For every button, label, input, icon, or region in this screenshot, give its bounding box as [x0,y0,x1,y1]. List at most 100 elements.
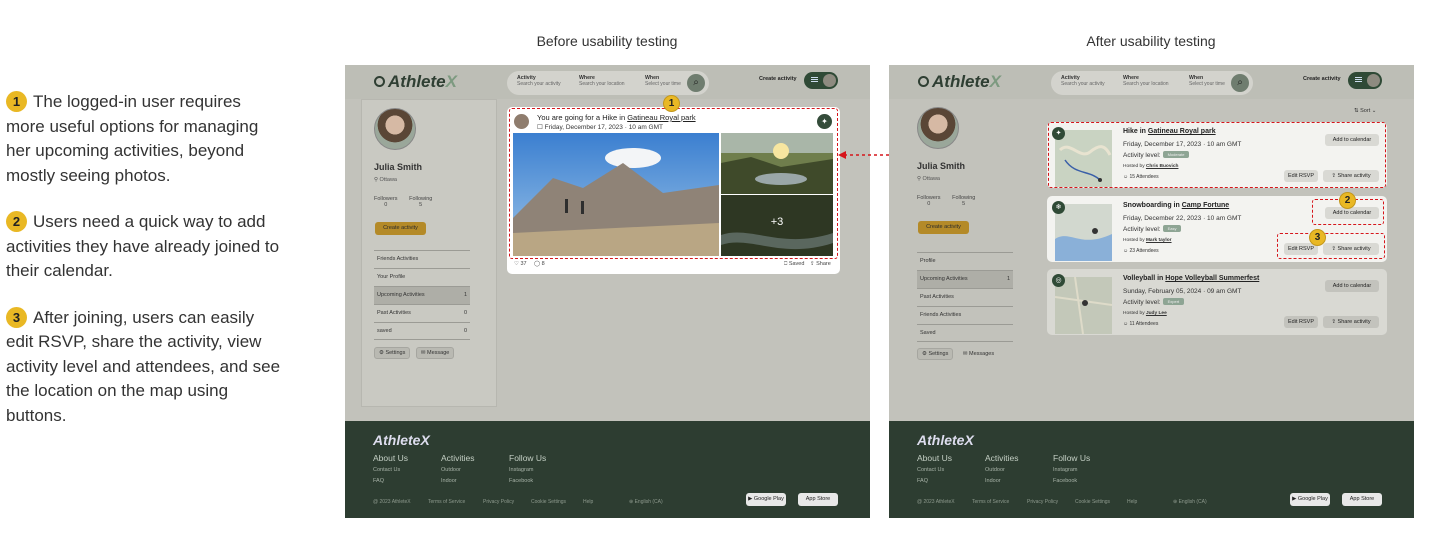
host-link[interactable]: Mark taylor [1146,238,1172,243]
terms-link[interactable]: Terms of Service [972,499,1009,505]
footer-link[interactable]: Facebook [1053,476,1090,487]
logo-text: Athlete [388,72,446,91]
saved-button[interactable]: ⎕ Saved [784,261,804,268]
search-where[interactable]: Where Search your location [579,75,625,87]
create-activity-link[interactable]: Create activity [1303,76,1341,82]
card-attendees[interactable]: ☺ 23 Attendees [1123,248,1159,254]
search-where[interactable]: Where Search your location [1123,75,1169,87]
footer-link[interactable]: Contact Us [373,465,408,476]
logo-circle-icon [374,76,385,87]
profile-sidebar: Julia Smith ⚲ Ottawa Followers 0 Followin… [361,99,497,407]
note-2: 2 Users need a quick way to add activitie… [6,210,281,284]
google-play-badge[interactable]: ▶ Google Play [746,493,786,506]
snowboard-icon: ❄ [1052,201,1065,214]
cookie-link[interactable]: Cookie Settings [531,499,566,505]
user-menu-button[interactable] [804,72,838,89]
search-icon[interactable]: ⌕ [1231,74,1249,92]
google-play-badge[interactable]: ▶ Google Play [1290,493,1330,506]
footer-link[interactable]: Instagram [1053,465,1090,476]
sidebar-item-upcoming-activities[interactable]: Upcoming Activities 1 [917,270,1013,288]
activity-card-snowboarding[interactable]: ❄ Snowboarding in Camp Fortune Friday, D… [1047,196,1387,262]
footer-link[interactable]: FAQ [373,476,408,487]
card-attendees[interactable]: ☺ 11 Attendees [1123,321,1158,327]
help-link[interactable]: Help [583,499,593,505]
highlight-card [1048,122,1386,188]
search-icon[interactable]: ⌕ [687,74,705,92]
footer-link[interactable]: Facebook [509,476,546,487]
user-location: ⚲ Ottawa [374,177,397,183]
sidebar-item-past-activities[interactable]: Past Activities 0 [374,304,470,322]
follow-stats: Followers 0 Following 5 [917,195,985,207]
sidebar-item-saved[interactable]: saved 0 [374,322,470,340]
hiking-icon: ✦ [1052,127,1065,140]
edit-rsvp-button[interactable]: Edit RSVP [1284,316,1318,328]
sidebar-item-friends-activities[interactable]: Friends Activities [917,306,1013,324]
sidebar-item-saved[interactable]: Saved [917,324,1013,342]
activity-card-volleyball[interactable]: ◎ Volleyball in Hope Volleyball Summerfe… [1047,269,1387,335]
messages-button[interactable]: ✉ Messages [959,349,998,359]
footer-link[interactable]: Indoor [441,476,475,487]
card-location-link[interactable]: Camp Fortune [1182,202,1229,209]
sidebar-item-your-profile[interactable]: Your Profile [374,268,470,286]
terms-link[interactable]: Terms of Service [428,499,465,505]
search-activity[interactable]: Activity Search your activity [1061,75,1105,87]
sidebar-item-label: Profile [920,258,936,264]
language-selector[interactable]: ⊕ English (CA) [629,499,663,505]
logo[interactable]: AthleteX [374,72,457,92]
search-bar[interactable]: Activity Search your activity Where Search… [507,71,709,95]
settings-button[interactable]: ⚙ Settings [917,348,954,360]
privacy-link[interactable]: Privacy Policy [1027,499,1058,505]
app-store-badge[interactable]: App Store [798,493,838,506]
sidebar-item-past-activities[interactable]: Past Activities [917,288,1013,306]
sidebar-item-upcoming-activities[interactable]: Upcoming Activities 1 [374,286,470,304]
privacy-link[interactable]: Privacy Policy [483,499,514,505]
logo[interactable]: AthleteX [918,72,1001,92]
create-activity-button[interactable]: Create activity [375,222,426,235]
language-selector[interactable]: ⊕ English (CA) [1173,499,1207,505]
cookie-link[interactable]: Cookie Settings [1075,499,1110,505]
footer-link[interactable]: Indoor [985,476,1019,487]
footer-link[interactable]: Instagram [509,465,546,476]
footer-follow: Follow Us Instagram Facebook [1053,453,1090,487]
sidebar-item-count: 1 [1006,276,1010,282]
search-when[interactable]: When Select your time [645,75,681,87]
host-link[interactable]: Judy Lee [1146,311,1167,316]
sidebar-item-friends-activities[interactable]: Friends Activities [374,250,470,268]
create-activity-link[interactable]: Create activity [759,76,797,82]
search-bar[interactable]: Activity Search your activity Where Search… [1051,71,1253,95]
copyright: @ 2023 AthleteX [373,499,411,505]
card-location-link[interactable]: Hope Volleyball Summerfest [1165,275,1259,282]
search-when[interactable]: When Select your time [1189,75,1225,87]
sidebar-item-profile[interactable]: Profile [917,252,1013,270]
footer-logo: AthleteX [917,432,974,448]
map-thumbnail[interactable] [1055,277,1112,334]
footer-link[interactable]: Outdoor [985,465,1019,476]
search-where-placeholder: Search your location [579,81,625,87]
map-thumbnail[interactable] [1055,204,1112,261]
marker-3: 3 [1309,229,1326,246]
sort-dropdown[interactable]: ⇅ Sort ⌄ [1354,108,1376,114]
settings-button[interactable]: ⚙ Settings [374,347,411,359]
top-bar: AthleteX Activity Search your activity Wh… [889,65,1414,99]
activity-card-hike[interactable]: ✦ Hike in Gatineau Royal park Friday, De… [1047,122,1387,188]
share-button[interactable]: ⇪ Share [810,261,831,267]
host-label: Hosted by [1123,311,1146,316]
search-activity[interactable]: Activity Search your activity [517,75,561,87]
sidebar-item-label: saved [377,328,392,334]
create-activity-button[interactable]: Create activity [918,221,969,234]
like-count[interactable]: ♡ 37 [514,261,527,267]
footer-activities: Activities Outdoor Indoor [441,453,475,487]
footer-link[interactable]: Contact Us [917,465,952,476]
footer-link[interactable]: FAQ [917,476,952,487]
card-title: Snowboarding in Camp Fortune [1123,202,1229,209]
logo-x: X [989,72,1001,91]
app-store-badge[interactable]: App Store [1342,493,1382,506]
user-menu-button[interactable] [1348,72,1382,89]
add-to-calendar-button[interactable]: Add to calendar [1325,280,1379,292]
comment-count[interactable]: ◯ 8 [534,261,545,267]
share-activity-button[interactable]: ⇪ Share activity [1323,316,1379,328]
footer-link[interactable]: Outdoor [441,465,475,476]
message-button[interactable]: ✉ Message [415,347,455,359]
marker-1: 1 [663,95,680,112]
help-link[interactable]: Help [1127,499,1137,505]
